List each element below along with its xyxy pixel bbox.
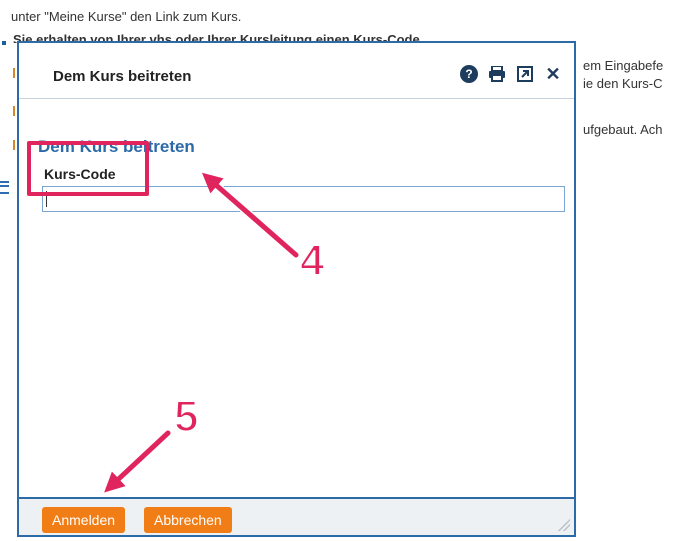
background-text-line-1: unter "Meine Kurse" den Link zum Kurs. (11, 9, 242, 24)
annotation-step-5: 5 (173, 391, 200, 442)
background-text-right-1: em Eingabefe (583, 58, 664, 73)
annotation-step-4: 4 (299, 235, 326, 286)
popout-icon[interactable] (516, 65, 534, 83)
join-course-dialog: Dem Kurs beitreten ? ✕ Dem Kurs beitrete… (17, 41, 576, 537)
background-bullet (2, 41, 6, 45)
help-icon[interactable]: ? (460, 65, 478, 83)
dialog-header-icons: ? ✕ (460, 64, 562, 84)
abbrechen-button[interactable]: Abbrechen (144, 507, 232, 533)
list-icon (0, 181, 9, 194)
background-accent-mark (13, 140, 15, 150)
background-text-right-3: ufgebaut. Ach (583, 122, 663, 137)
resize-grip-icon[interactable] (558, 519, 570, 531)
annotation-highlight-box (27, 141, 149, 196)
background-accent-mark (13, 106, 15, 116)
anmelden-button[interactable]: Anmelden (42, 507, 126, 533)
close-icon[interactable]: ✕ (544, 64, 562, 84)
background-text-right-2: ie den Kurs-C (583, 76, 663, 91)
background-accent-mark (13, 68, 15, 78)
dialog-footer: Anmelden Abbrechen (19, 497, 574, 535)
dialog-header: Dem Kurs beitreten ? ✕ (19, 43, 574, 99)
print-icon[interactable] (488, 65, 506, 83)
dialog-title: Dem Kurs beitreten (53, 68, 192, 85)
